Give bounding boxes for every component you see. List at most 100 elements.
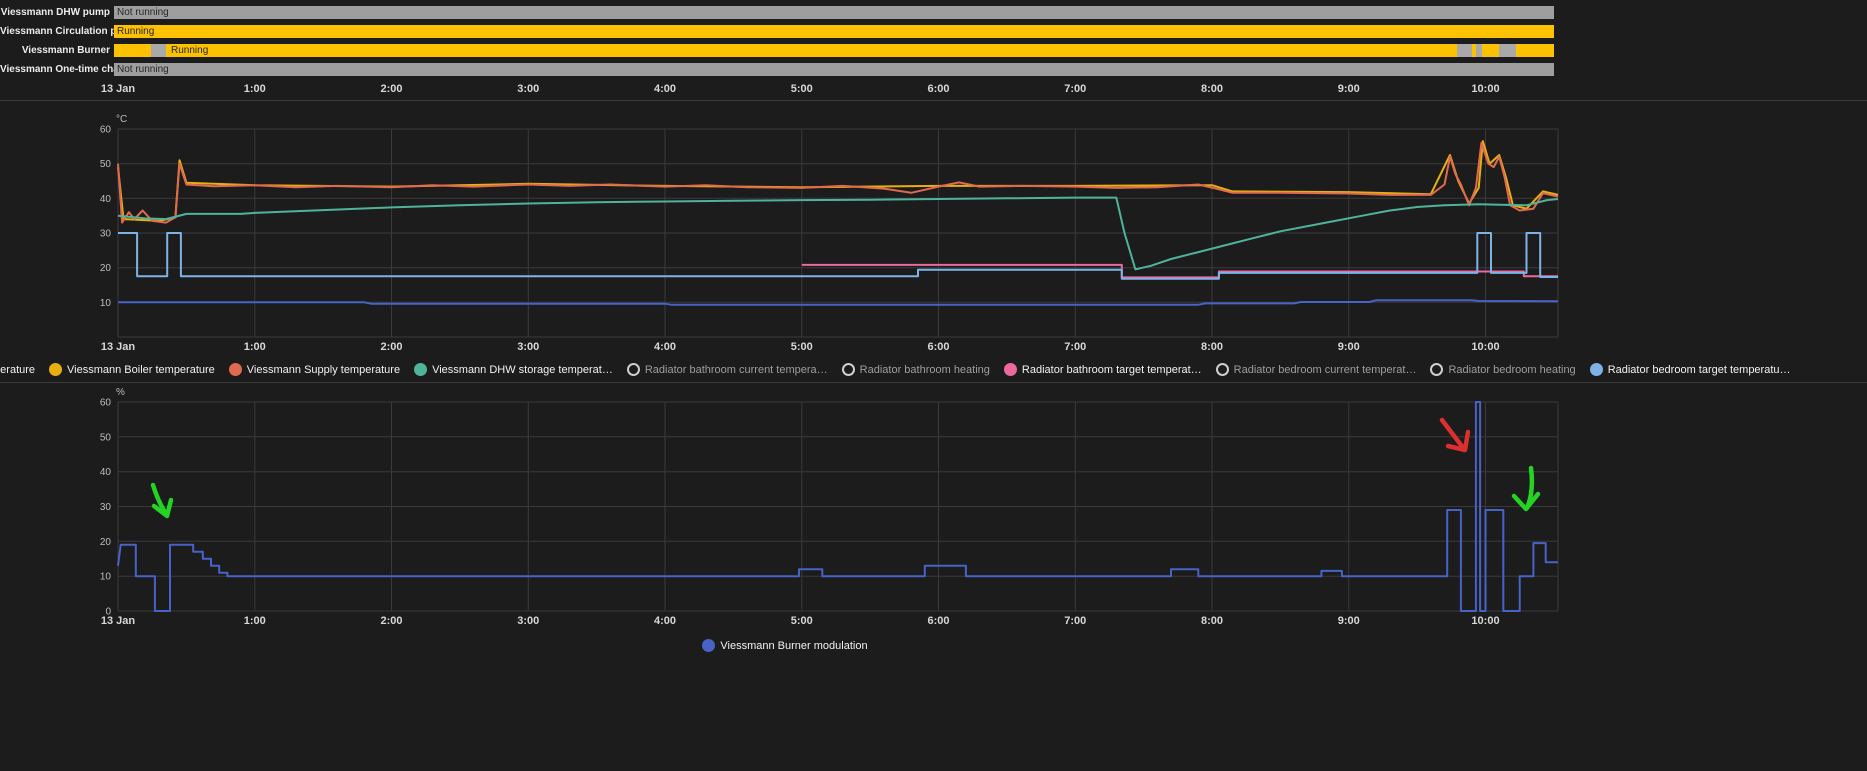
legend-label: Viessmann DHW storage temperat… xyxy=(432,363,613,376)
x-tick-label: 9:00 xyxy=(1338,341,1360,353)
x-tick-label: 8:00 xyxy=(1201,341,1223,353)
legend-item-viessmann-supply-temperature[interactable]: Viessmann Supply temperature xyxy=(228,363,400,376)
y-tick-label: 60 xyxy=(100,398,112,409)
legend-color-dot xyxy=(228,363,242,376)
state-label: Running xyxy=(171,45,209,56)
legend-hollow-dot xyxy=(841,363,855,376)
x-tick-label: 13 Jan xyxy=(101,341,136,353)
x-axis-label: 3:00 xyxy=(517,83,540,95)
x-tick-label: 1:00 xyxy=(244,615,266,627)
state-label: Not running xyxy=(117,64,169,75)
x-tick-label: 5:00 xyxy=(791,341,813,353)
x-tick-label: 4:00 xyxy=(654,615,676,627)
state-segment xyxy=(114,63,1554,76)
legend-color-dot xyxy=(49,363,63,376)
y-axis-unit: % xyxy=(116,387,125,398)
state-timeline-section: Viessmann DHW pump Not running Viessmann C… xyxy=(0,0,1867,101)
state-track[interactable]: Not running xyxy=(114,6,1554,19)
x-tick-label: 6:00 xyxy=(927,615,949,627)
x-tick-label: 2:00 xyxy=(380,615,402,627)
x-axis-label: 7:00 xyxy=(1064,83,1087,95)
legend-label: Radiator bathroom target temperat… xyxy=(1021,363,1202,376)
legend-item-viessmann-boiler-temperature[interactable]: Viessmann Boiler temperature xyxy=(49,363,215,376)
state-track[interactable]: Running xyxy=(114,25,1554,38)
x-tick-label: 13 Jan xyxy=(101,615,136,627)
x-tick-label: 7:00 xyxy=(1064,341,1086,353)
legend-hollow-dot xyxy=(626,363,640,376)
temperature-chart-section: 10 20 30 40 50 60 °C 13 Jan 1:00 2:00 3:00 4:00 5:00… xyxy=(0,101,1867,383)
state-segment xyxy=(1515,44,1554,57)
legend-item-viessmann-outside-temperature[interactable]: Viessmann Outside temperature xyxy=(0,363,35,376)
entity-label: Viessmann One-time charge xyxy=(0,64,135,75)
x-tick-label: 3:00 xyxy=(517,341,539,353)
state-label: Running xyxy=(117,26,155,37)
legend-label: Viessmann Boiler temperature xyxy=(67,363,215,376)
timeline-time-axis: 13 Jan 1:00 2:00 3:00 4:00 5:00 6:00 7:00 8:00 9:… xyxy=(101,83,1560,98)
x-tick-label: 2:00 xyxy=(380,341,402,353)
legend-item-radiator-bathroom-heating[interactable]: Radiator bathroom heating xyxy=(841,363,990,376)
state-label: Not running xyxy=(117,7,169,18)
state-segment xyxy=(114,25,1554,38)
state-segment xyxy=(1456,44,1472,57)
legend-label: Viessmann Outside temperature xyxy=(0,363,36,376)
y-tick-label: 10 xyxy=(100,298,112,309)
legend-item-radiator-bedroom-target-temperatu[interactable]: Radiator bedroom target temperatu… xyxy=(1589,363,1791,376)
x-tick-label: 10:00 xyxy=(1471,615,1499,627)
temperature-chart: 10 20 30 40 50 60 °C 13 Jan 1:00 2:00 3:00 4:00 5:00… xyxy=(100,114,1559,353)
history-dashboard: Viessmann DHW pump Not running Viessmann C… xyxy=(0,0,1867,652)
x-tick-label: 4:00 xyxy=(654,341,676,353)
x-tick-label: 5:00 xyxy=(791,615,813,627)
x-tick-label: 7:00 xyxy=(1064,615,1086,627)
y-tick-label: 50 xyxy=(100,159,112,170)
x-tick-label: 3:00 xyxy=(517,615,539,627)
entity-label: Viessmann Circulation pump xyxy=(0,26,138,37)
state-segment xyxy=(1481,44,1500,57)
state-segment xyxy=(150,44,166,57)
x-axis-label: 6:00 xyxy=(927,83,950,95)
x-axis-label: 4:00 xyxy=(653,83,677,95)
x-axis-label: 13 Jan xyxy=(100,83,136,95)
entity-label: Viessmann Burner xyxy=(21,45,110,56)
y-tick-label: 40 xyxy=(100,194,112,205)
timeline-rows: Viessmann DHW pump Not running Viessmann C… xyxy=(0,3,1867,79)
y-tick-label: 20 xyxy=(100,537,112,548)
legend-label: Radiator bathroom heating xyxy=(859,363,990,376)
y-tick-label: 30 xyxy=(100,502,112,513)
legend-label: Viessmann Burner modulation xyxy=(720,639,868,652)
legend-label: Radiator bathroom current tempera… xyxy=(644,363,828,376)
legend-item-viessmann-burner-modulation[interactable]: Viessmann Burner modulation xyxy=(702,639,868,652)
x-axis-label: 2:00 xyxy=(380,83,403,95)
legend-item-radiator-bedroom-current-temperat[interactable]: Radiator bedroom current temperat… xyxy=(1215,363,1417,376)
x-tick-label: 6:00 xyxy=(927,341,949,353)
legend-item-viessmann-dhw-storage-temperat[interactable]: Viessmann DHW storage temperat… xyxy=(414,363,613,376)
state-segment xyxy=(114,44,151,57)
y-tick-label: 30 xyxy=(100,229,112,240)
y-tick-label: 60 xyxy=(100,125,112,136)
legend-color-dot xyxy=(414,363,428,376)
legend-item-radiator-bathroom-current-tempera[interactable]: Radiator bathroom current tempera… xyxy=(626,363,828,376)
timeline-row-viessmann-circulation-pump: Viessmann Circulation pump Running xyxy=(0,22,1867,41)
x-tick-label: 10:00 xyxy=(1471,341,1499,353)
legend-label: Radiator bedroom current temperat… xyxy=(1233,363,1417,376)
x-axis-label: 9:00 xyxy=(1337,83,1360,95)
legend-item-radiator-bathroom-target-temperat[interactable]: Radiator bathroom target temperat… xyxy=(1003,363,1202,376)
timeline-row-viessmann-dhw-pump: Viessmann DHW pump Not running xyxy=(0,3,1867,22)
state-segment xyxy=(1499,44,1516,57)
legend-label: Radiator bedroom heating xyxy=(1448,363,1576,376)
x-axis-label: 8:00 xyxy=(1200,83,1224,95)
timeline-row-viessmann-burner: Viessmann Burner Running xyxy=(0,41,1867,60)
x-axis-label: 10:00 xyxy=(1471,83,1500,95)
y-tick-label: 50 xyxy=(100,432,112,443)
modulation-chart-section: 0 10 20 30 40 50 60% 13 Jan 1:00 2:00 3:00 4:00 5:00… xyxy=(0,383,1867,652)
state-track[interactable]: Not running xyxy=(114,63,1554,76)
temperature-chart-legend: Viessmann Outside temperature Viessmann B… xyxy=(0,363,1791,376)
timeline-row-viessmann-one-time-charge: Viessmann One-time charge Not running xyxy=(0,60,1867,79)
y-tick-label: 20 xyxy=(100,263,112,274)
legend-item-radiator-bedroom-heating[interactable]: Radiator bedroom heating xyxy=(1430,363,1576,376)
x-tick-label: 9:00 xyxy=(1338,615,1360,627)
x-tick-label: 8:00 xyxy=(1201,615,1223,627)
y-tick-label: 10 xyxy=(100,572,112,583)
state-track[interactable]: Running xyxy=(114,44,1554,57)
legend-color-dot xyxy=(1003,363,1017,376)
x-axis-label: 5:00 xyxy=(790,83,813,95)
